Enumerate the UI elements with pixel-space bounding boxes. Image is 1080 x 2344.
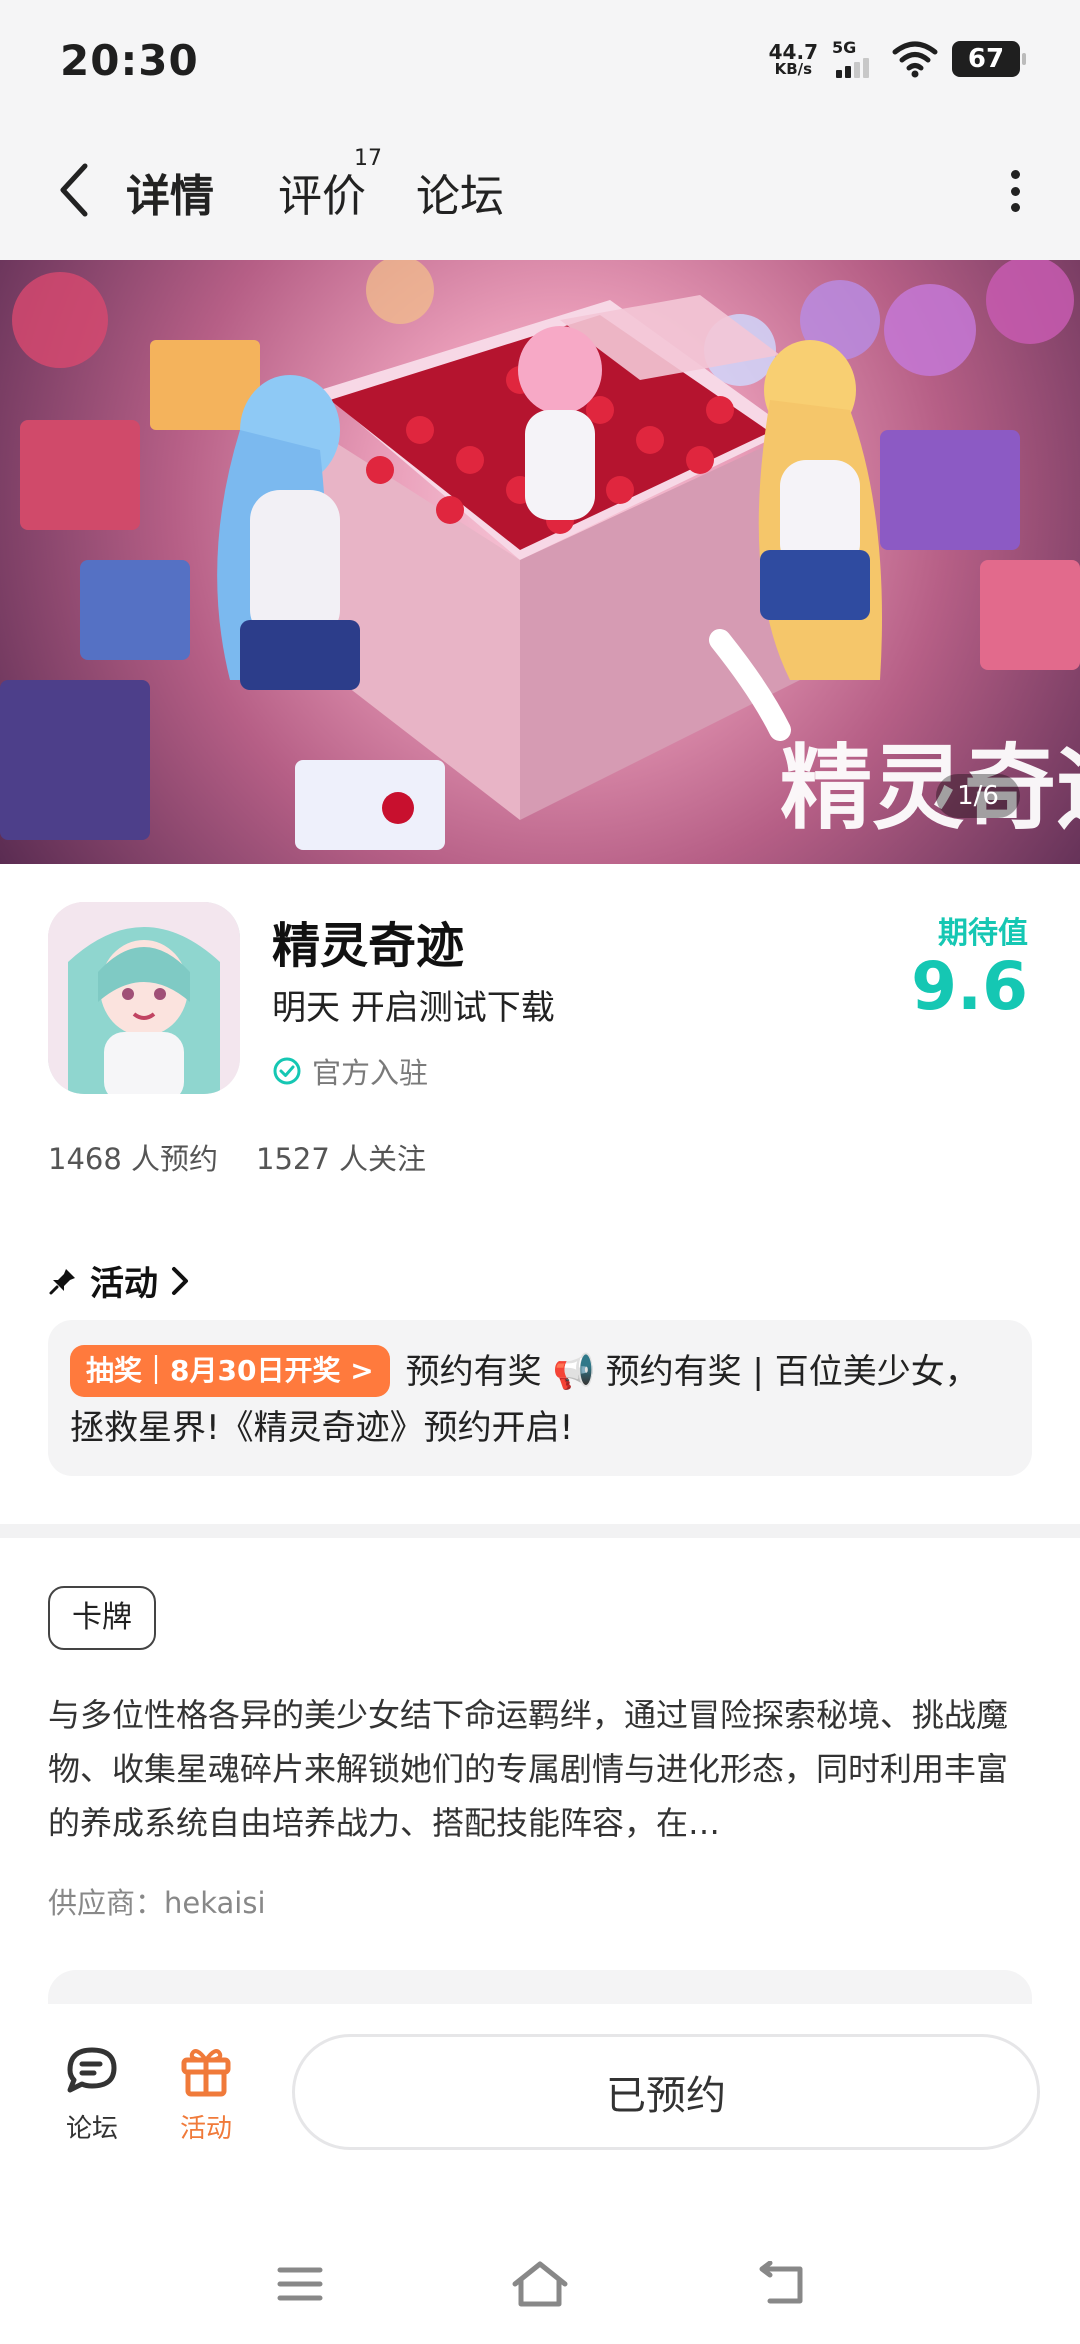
activity-header[interactable]: 活动 [48,1256,190,1305]
cellular-signal-icon: 5G [832,38,878,80]
wifi-icon [892,41,938,78]
app-icon-art [48,902,240,1094]
chat-bubble-icon [67,2047,117,2093]
banner-logo: 精灵奇迹 [780,735,1080,842]
app-icon [48,902,240,1094]
section-divider [0,1524,1080,1538]
release-info: 明天 开启测试下载 [272,988,555,1028]
chevron-left-icon [60,163,88,217]
reservation-count: 1468 人预约 [48,1142,219,1176]
supplier-info: 供应商：hekaisi [48,1886,266,1920]
check-circle-icon [273,1057,301,1085]
tab-details[interactable]: 详情 [122,160,228,230]
expectation-score: 期待值 9.6 [911,908,1028,1021]
forum-button[interactable]: 论坛 [42,2042,142,2145]
forum-label: 论坛 [65,2114,118,2144]
more-options-button[interactable] [990,164,1040,218]
score-value: 9.6 [911,948,1028,1025]
status-time: 20:30 [60,36,199,85]
network-type: 5G [832,38,857,57]
bottom-action-bar: 论坛 活动 已预约 [0,2004,1080,2344]
tab-details-label: 详情 [126,171,214,222]
net-speed-value: 44.7 [768,39,818,64]
activity-heading: 活动 [90,1264,158,1304]
game-description[interactable]: 与多位性格各异的美少女结下命运羁绊，通过冒险探索秘境、挑战魔物、收集星魂碎片来解… [48,1688,1032,1850]
back-button[interactable] [44,160,104,220]
activity-card[interactable]: 抽奖｜8月30日开奖 > 预约有奖 📢 预约有奖 | 百位美少女，拯救星界!《精灵… [48,1320,1032,1476]
tab-reviews-label: 评价 [278,171,366,222]
top-nav: 详情 评价 17 论坛 [0,122,1080,260]
back-nav-button[interactable] [752,2254,812,2314]
lottery-tag[interactable]: 抽奖｜8月30日开奖 > [70,1344,390,1397]
net-speed: 44.7 KB/s [769,42,818,77]
net-speed-unit: KB/s [774,59,813,78]
home-nav-button[interactable] [510,2254,570,2314]
reviews-count-badge: 17 [354,146,382,171]
tab-forum[interactable]: 论坛 [416,160,504,224]
banner-carousel[interactable]: 精灵奇迹 1/6 [0,260,1080,864]
return-icon [759,2261,803,2304]
carousel-counter: 1/6 [936,774,1020,818]
home-icon [512,2261,568,2307]
pin-icon [49,1268,75,1294]
genre-tag[interactable]: 卡牌 [48,1586,156,1650]
score-label: 期待值 [938,916,1028,951]
official-label: 官方入驻 [312,1056,429,1090]
reserved-button[interactable]: 已预约 [292,2034,1040,2150]
battery-icon: 67 [952,41,1026,77]
more-dot-icon [1010,170,1020,179]
app-name: 精灵奇迹 [272,918,465,974]
menu-nav-button[interactable] [270,2254,330,2314]
menu-icon [277,2267,323,2301]
official-badge: 官方入驻 [272,1050,428,1092]
status-icons: 44.7 KB/s 5G 67 [769,38,1026,80]
tab-forum-label: 论坛 [416,171,504,222]
app-stats: 1468 人预约 1527 人关注 [48,1136,426,1178]
follower-count: 1527 人关注 [256,1142,427,1176]
status-bar: 20:30 44.7 KB/s 5G 67 [0,0,1080,122]
activity-button[interactable]: 活动 [156,2042,256,2145]
gift-icon [181,2049,231,2097]
tab-reviews[interactable]: 评价 17 [278,146,382,224]
chevron-right-icon [172,1266,188,1295]
banner-artwork: 精灵奇迹 [0,260,1080,850]
activity-label: 活动 [179,2114,232,2144]
